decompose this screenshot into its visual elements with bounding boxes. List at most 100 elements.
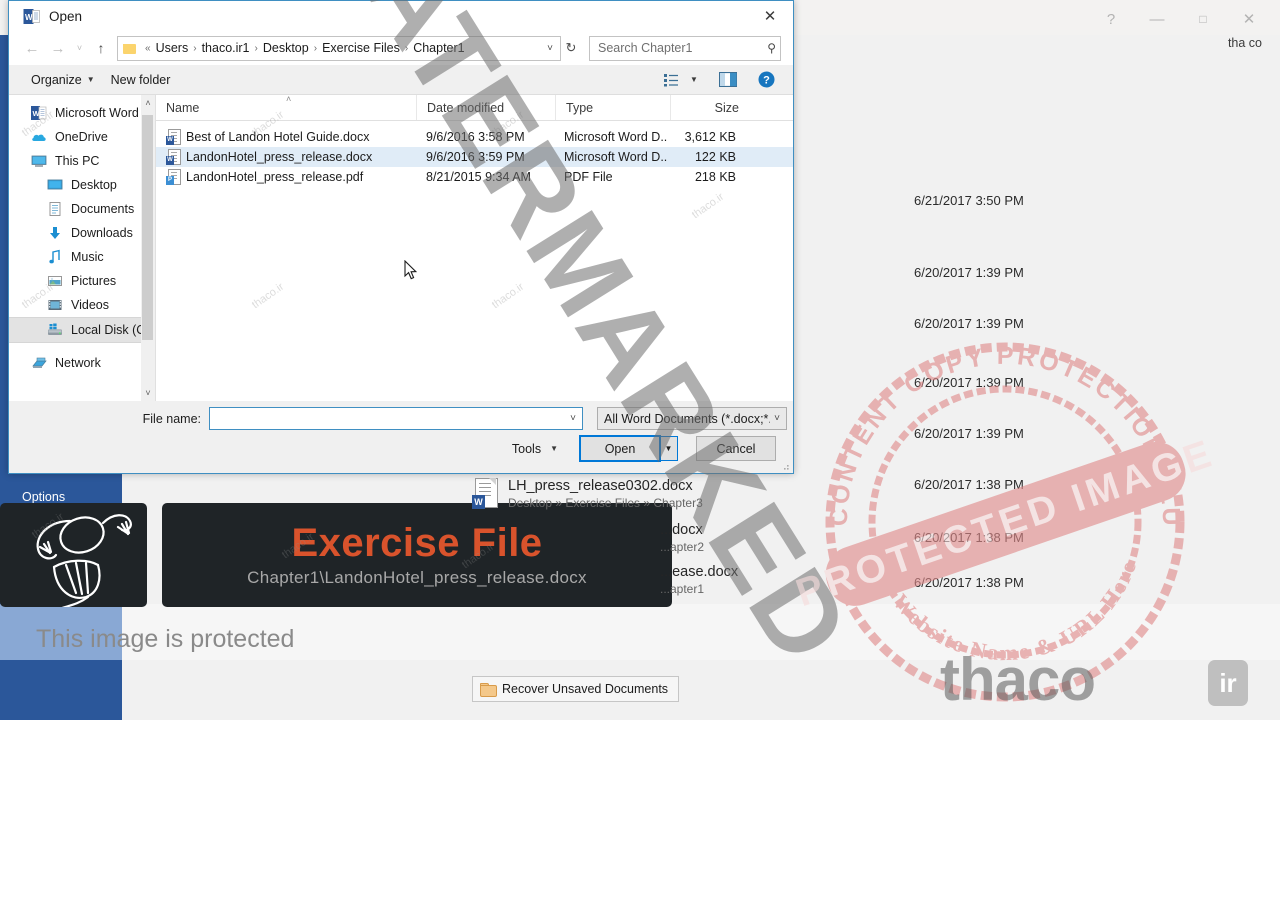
column-header-date-modified[interactable]: Date modified <box>416 95 555 120</box>
recent-document-date: 6/20/2017 1:38 PM <box>914 575 1024 590</box>
breadcrumb-thaco-ir1[interactable]: thaco.ir1 <box>201 41 251 55</box>
search-icon: ⚲ <box>767 41 776 55</box>
scroll-down-icon[interactable]: ˅ <box>141 385 155 401</box>
help-icon[interactable]: ? <box>753 70 779 90</box>
scrollbar-thumb[interactable] <box>142 115 153 340</box>
downloads-icon <box>47 225 63 241</box>
open-button[interactable]: Open <box>579 435 661 462</box>
file-row[interactable]: W LandonHotel_press_release.docx 9/6/201… <box>156 147 793 167</box>
forward-icon[interactable]: → <box>45 35 71 61</box>
recent-document-item[interactable]: W LH_press_release0302.docx Desktop » Ex… <box>472 478 703 511</box>
sidebar-item-microsoft-word[interactable]: W Microsoft Word <box>9 101 155 125</box>
music-note-icon <box>47 249 63 265</box>
organize-label: Organize <box>31 72 82 87</box>
column-label: Name <box>166 100 200 115</box>
sidebar-item-onedrive[interactable]: OneDrive <box>9 125 155 149</box>
sidebar-item-network[interactable]: Network <box>9 351 155 375</box>
word-content-band <box>122 604 1280 660</box>
hand-drawn-sketch-icon <box>36 514 132 607</box>
recover-unsaved-documents-button[interactable]: Recover Unsaved Documents <box>472 676 680 702</box>
chevron-down-icon[interactable]: ˅ <box>566 413 580 424</box>
close-icon[interactable]: ✕ <box>747 1 793 31</box>
filename-label: File name: <box>142 411 201 426</box>
breadcrumb-prefix: « <box>145 42 151 54</box>
sidebar-item-label: This PC <box>55 154 100 168</box>
file-row[interactable]: W Best of Landon Hotel Guide.docx 9/6/20… <box>156 127 793 147</box>
preview-pane-icon[interactable] <box>715 70 741 90</box>
sidebar-item-local-disk-c[interactable]: Local Disk (C:) <box>9 317 155 343</box>
sidebar-item-label: Music <box>71 250 104 264</box>
recent-document-date: 6/20/2017 1:39 PM <box>914 265 1024 280</box>
sidebar-item-documents[interactable]: Documents <box>9 197 155 221</box>
account-name[interactable]: tha co <box>1228 36 1262 50</box>
sidebar-item-label: OneDrive <box>55 130 108 144</box>
open-dropdown-button[interactable]: ▼ <box>660 436 678 461</box>
tools-button[interactable]: Tools ▼ <box>502 438 568 460</box>
minimize-icon[interactable]: — <box>1134 6 1180 32</box>
breadcrumb-desktop[interactable]: Desktop <box>262 41 310 55</box>
organize-button[interactable]: Organize ▼ <box>23 70 103 90</box>
sidebar-item-label: Documents <box>71 202 135 216</box>
file-type-select[interactable]: All Word Documents (*.docx;*.d ˅ <box>597 407 787 430</box>
new-folder-button[interactable]: New folder <box>103 70 179 90</box>
recent-locations-icon[interactable]: ˅ <box>71 35 88 61</box>
sidebar-item-music[interactable]: Music <box>9 245 155 269</box>
mouse-cursor <box>404 260 417 280</box>
sidebar-item-pictures[interactable]: Pictures <box>9 269 155 293</box>
recent-document-item[interactable]: ...docx ...apter2 <box>660 522 704 555</box>
pdf-document-icon: P <box>166 169 181 185</box>
close-icon[interactable]: ✕ <box>1226 6 1272 32</box>
sidebar-item-downloads[interactable]: Downloads <box>9 221 155 245</box>
cancel-button[interactable]: Cancel <box>696 436 776 461</box>
recent-document-date: 6/20/2017 1:39 PM <box>914 316 1024 331</box>
sidebar-item-desktop[interactable]: Desktop <box>9 173 155 197</box>
chevron-down-icon[interactable]: ˅ <box>542 43 558 54</box>
refresh-icon[interactable]: ↻ <box>561 37 581 60</box>
sidebar-item-this-pc[interactable]: This PC <box>9 149 155 173</box>
restore-icon[interactable]: □ <box>1180 6 1226 32</box>
recent-document-path: ...apter2 <box>660 540 705 554</box>
breadcrumb-users[interactable]: Users <box>155 41 190 55</box>
column-label: Type <box>566 100 594 115</box>
scroll-up-icon[interactable]: ˄ <box>141 95 155 111</box>
navigation-pane-scrollbar[interactable]: ˄ ˅ <box>141 95 155 401</box>
sidebar-item-label: Downloads <box>71 226 133 240</box>
view-list-icon[interactable] <box>659 70 685 90</box>
breadcrumb-chapter1[interactable]: Chapter1 <box>412 41 465 55</box>
recent-document-date: 6/20/2017 1:38 PM <box>914 530 1024 545</box>
filename-input[interactable]: ˅ <box>209 407 583 430</box>
up-one-level-icon[interactable]: ↑ <box>88 35 114 61</box>
protected-image-message: This image is protected <box>36 625 295 653</box>
file-name: LandonHotel_press_release.pdf <box>186 170 364 184</box>
recent-document-name: ...ease.docx <box>660 564 739 580</box>
file-size-cell: 3,612 KB <box>684 130 736 144</box>
chevron-down-icon: ˅ <box>774 413 780 424</box>
help-icon[interactable]: ? <box>1088 6 1134 32</box>
sidebar-item-label: Desktop <box>71 178 117 192</box>
column-label: Size <box>714 100 739 115</box>
back-icon[interactable]: ← <box>19 35 45 61</box>
recent-document-date: 6/20/2017 1:39 PM <box>914 426 1024 441</box>
address-bar[interactable]: « Users › thaco.ir1 › Desktop › Exercise… <box>117 35 561 61</box>
file-type-cell: Microsoft Word D... <box>564 150 668 164</box>
desktop-icon <box>47 177 63 193</box>
search-input[interactable]: Search Chapter1 ⚲ <box>589 35 781 61</box>
navigation-pane: W Microsoft Word OneDrive This PC Deskto… <box>9 95 155 401</box>
file-row[interactable]: P LandonHotel_press_release.pdf 8/21/201… <box>156 167 793 187</box>
column-header-name[interactable]: ˄ Name <box>156 95 416 120</box>
resize-grip[interactable] <box>780 461 790 471</box>
options-menu-item[interactable]: Options <box>22 490 65 504</box>
sort-ascending-icon: ˄ <box>286 95 292 104</box>
exercise-file-title: Exercise File <box>291 521 543 565</box>
sidebar-item-videos[interactable]: Videos <box>9 293 155 317</box>
column-header-size[interactable]: Size <box>670 95 751 120</box>
document-thumbnail[interactable] <box>0 503 147 607</box>
window-controls: ? — □ ✕ <box>1088 6 1272 32</box>
recent-document-item[interactable]: ...ease.docx ...apter1 <box>660 564 738 597</box>
chevron-down-icon[interactable]: ▼ <box>685 70 703 90</box>
sidebar-item-label: Videos <box>71 298 109 312</box>
breadcrumb-exercise-files[interactable]: Exercise Files <box>321 41 401 55</box>
column-header-type[interactable]: Type <box>555 95 670 120</box>
column-label: Date modified <box>427 100 505 115</box>
file-type-value: All Word Documents (*.docx;*.d <box>604 411 771 426</box>
